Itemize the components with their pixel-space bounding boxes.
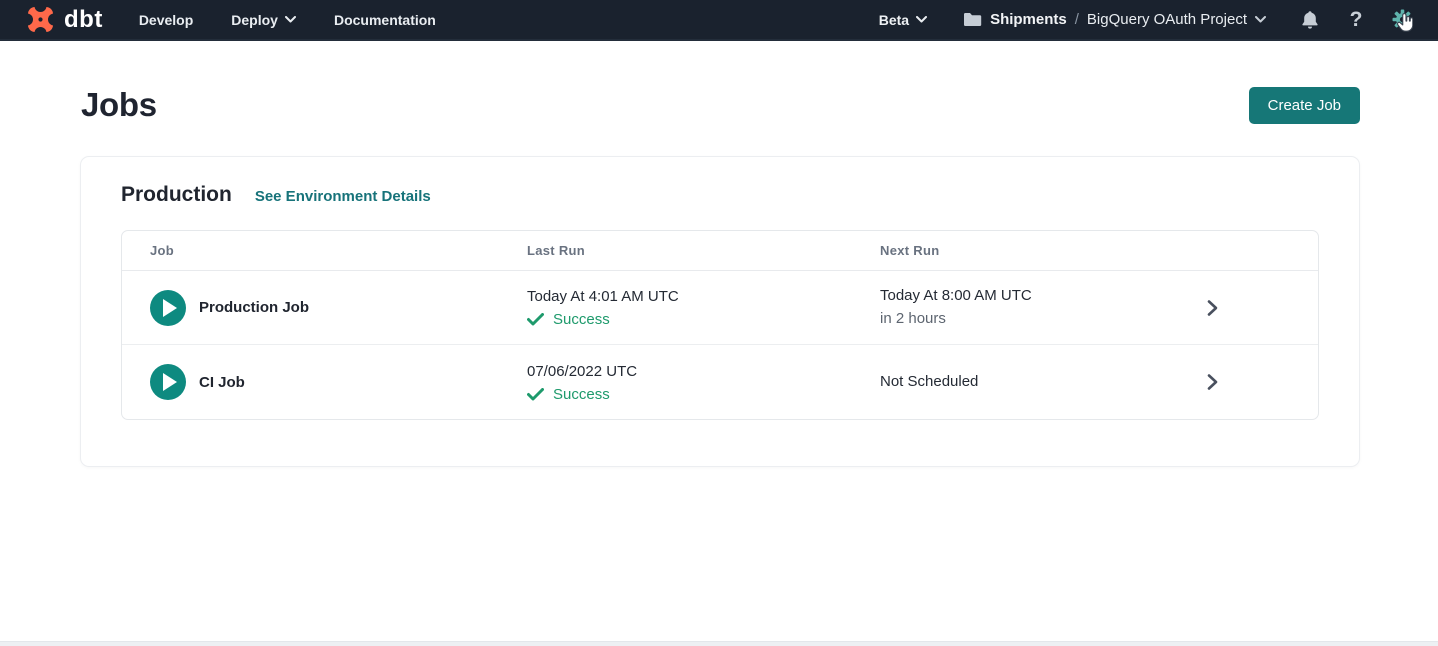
top-navbar: dbt Develop Deploy Documentation Beta Sh… [0, 0, 1438, 41]
jobs-table: Job Last Run Next Run Production Job Tod… [121, 230, 1319, 420]
page-bottom-edge [0, 641, 1438, 646]
dbt-logo-text: dbt [64, 8, 103, 32]
last-run-time: 07/06/2022 UTC [527, 362, 852, 382]
bell-icon [1301, 10, 1319, 30]
last-run-status: Success [527, 386, 852, 403]
notifications-button[interactable] [1298, 7, 1322, 33]
check-icon [527, 313, 544, 326]
job-name[interactable]: Production Job [199, 299, 309, 316]
breadcrumb: Shipments / BigQuery OAuth Project [963, 11, 1266, 28]
chevron-right-icon[interactable] [1206, 373, 1219, 391]
play-icon [163, 373, 177, 391]
help-button[interactable]: ? [1344, 7, 1368, 33]
column-header-job: Job [122, 243, 499, 258]
next-run-note: in 2 hours [880, 309, 1102, 329]
environment-header: Production See Environment Details [121, 183, 1319, 207]
check-icon [527, 388, 544, 401]
chevron-down-icon [285, 16, 296, 23]
question-mark-icon: ? [1350, 8, 1363, 32]
nav-item-deploy[interactable]: Deploy [231, 12, 296, 28]
nav-item-develop[interactable]: Develop [139, 12, 193, 28]
table-row-production-job[interactable]: Production Job Today At 4:01 AM UTC Succ… [122, 271, 1318, 345]
status-text: Success [553, 311, 610, 328]
next-run-time: Not Scheduled [880, 372, 1102, 392]
folder-icon [963, 12, 982, 27]
play-icon [163, 299, 177, 317]
last-run-time: Today At 4:01 AM UTC [527, 287, 852, 307]
status-text: Success [553, 386, 610, 403]
run-job-button[interactable] [150, 290, 186, 326]
see-environment-details-link[interactable]: See Environment Details [255, 188, 431, 205]
page-title: Jobs [81, 86, 157, 124]
next-run-time: Today At 8:00 AM UTC [880, 286, 1102, 306]
column-header-last-run: Last Run [499, 243, 852, 258]
dbt-logo[interactable]: dbt [25, 4, 103, 35]
chevron-down-icon [916, 16, 927, 23]
job-name[interactable]: CI Job [199, 374, 245, 391]
chevron-right-icon[interactable] [1206, 299, 1219, 317]
gear-icon [1392, 9, 1413, 30]
last-run-status: Success [527, 311, 852, 328]
create-job-button[interactable]: Create Job [1249, 87, 1360, 124]
navbar-right: Beta Shipments / BigQuery OAuth Project [879, 7, 1414, 33]
environment-card: Production See Environment Details Job L… [80, 156, 1360, 467]
primary-nav: Develop Deploy Documentation [139, 12, 436, 28]
beta-dropdown[interactable]: Beta [879, 12, 927, 28]
chevron-down-icon [1255, 16, 1266, 23]
jobs-table-header-row: Job Last Run Next Run [122, 231, 1318, 271]
page-header: Jobs Create Job [0, 41, 1438, 124]
account-name[interactable]: Shipments [990, 11, 1067, 28]
settings-button[interactable] [1390, 7, 1414, 33]
dbt-logo-icon [25, 4, 56, 35]
run-job-button[interactable] [150, 364, 186, 400]
nav-item-documentation[interactable]: Documentation [334, 12, 436, 28]
table-row-ci-job[interactable]: CI Job 07/06/2022 UTC Success Not Schedu… [122, 345, 1318, 419]
column-header-next-run: Next Run [852, 243, 1102, 258]
breadcrumb-separator: / [1075, 11, 1079, 28]
project-dropdown[interactable]: BigQuery OAuth Project [1087, 11, 1266, 28]
environment-name: Production [121, 183, 232, 207]
